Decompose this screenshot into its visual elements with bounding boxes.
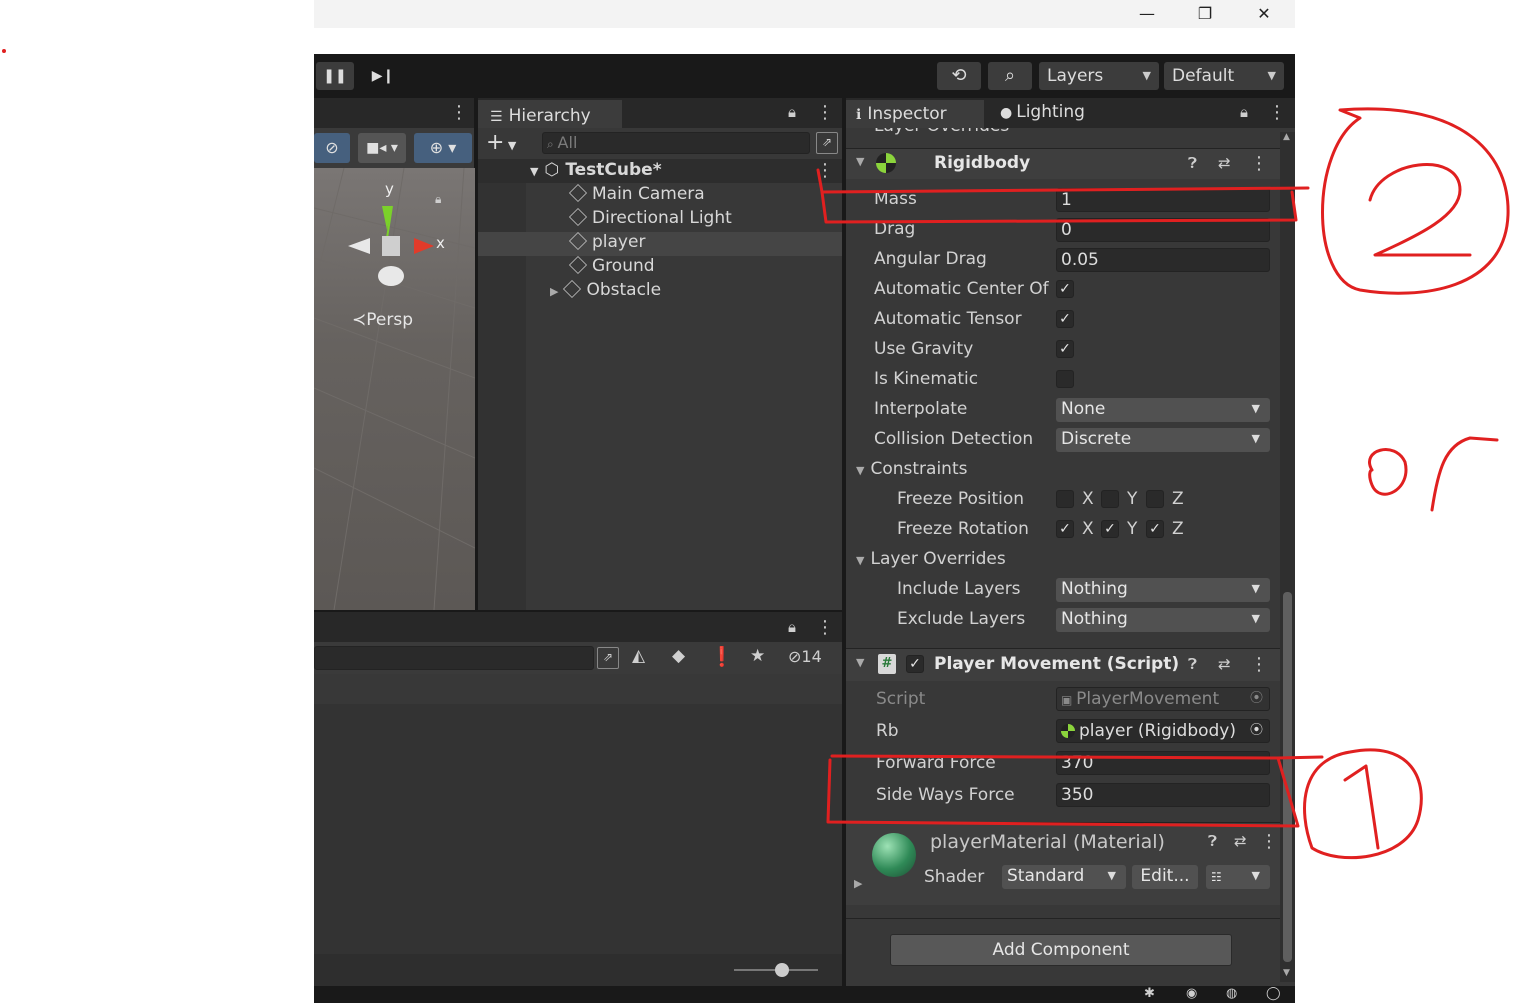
annotation-box-two-top: [818, 170, 1308, 192]
annotation-circle-one: [1305, 750, 1422, 858]
annotation-circle-two: [1323, 109, 1509, 293]
annotation-overlay: [0, 0, 1513, 1003]
annotation-letter-r: [1432, 438, 1497, 510]
annotation-box-one-tail: [1278, 757, 1322, 758]
annotation-digit-one: [1345, 766, 1378, 848]
annotation-digit-two: [1370, 165, 1470, 255]
annotation-box-two: [822, 192, 1296, 222]
annotation-box-one: [828, 756, 1298, 826]
annotation-letter-o: [1370, 450, 1406, 495]
